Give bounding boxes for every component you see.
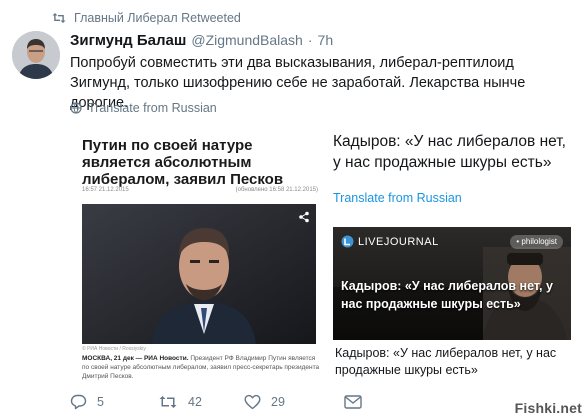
tweet-header: Зигмунд Балаш @ZigmundBalash · 7h — [70, 32, 333, 50]
translate-link[interactable]: Translate from Russian — [70, 101, 217, 115]
photo-credit: © РИА Новости / Rossiyskiy — [82, 346, 146, 352]
news-screenshot[interactable]: Путин по своей натуре является абсолютны… — [70, 128, 320, 384]
tweet-time[interactable]: 7h — [318, 32, 334, 48]
lj-caption: Кадыров: «У нас либералов нет, у нас про… — [333, 340, 571, 384]
tweet-actions: 5 42 29 — [70, 394, 362, 410]
globe-icon — [70, 102, 82, 114]
news-date: 16:57 21.12.2015 — [82, 187, 129, 193]
like-button[interactable]: 29 — [244, 394, 344, 410]
livejournal-logo: LIVEJOURNAL — [341, 235, 439, 248]
heart-icon — [244, 394, 261, 410]
author-handle[interactable]: @ZigmundBalash — [191, 32, 303, 48]
livejournal-wordmark: LIVEJOURNAL — [358, 235, 439, 248]
envelope-icon — [344, 395, 362, 409]
lj-photo: LIVEJOURNAL • philologist Кадыров: «У на… — [333, 227, 571, 340]
share-icon[interactable] — [298, 210, 310, 223]
news-meta: 16:57 21.12.2015 (обновлено 16:58 21.12.… — [82, 187, 318, 193]
direct-message-button[interactable] — [344, 395, 362, 409]
reply-count: 5 — [97, 395, 104, 409]
retweet-action-icon — [159, 396, 177, 408]
translate-link-2[interactable]: Translate from Russian — [333, 191, 462, 205]
news-photo — [82, 204, 316, 344]
retweet-button[interactable]: 42 — [158, 394, 244, 410]
news-lead: МОСКВА, 21 дек — РИА Новости. Президент … — [82, 354, 320, 381]
news-dateline: МОСКВА, 21 дек — РИА Новости. — [82, 355, 189, 362]
retweet-label[interactable]: Главный Либерал Retweeted — [74, 11, 241, 25]
author-name[interactable]: Зигмунд Балаш — [70, 32, 186, 49]
reply-button[interactable]: 5 — [70, 394, 158, 410]
lj-headline: Кадыров: «У нас либералов нет, у нас про… — [341, 279, 553, 311]
retweet-header: Главный Либерал Retweeted — [52, 10, 241, 26]
separator: · — [307, 32, 313, 48]
quoted-text: Кадыров: «У нас либералов нет, у нас про… — [333, 133, 566, 171]
news-title: Путин по своей натуре является абсолютны… — [82, 137, 284, 188]
retweet-icon — [52, 12, 66, 24]
watermark: Fishki.net — [514, 400, 582, 416]
reply-icon — [70, 394, 87, 410]
avatar[interactable] — [12, 31, 60, 79]
translate-label: Translate from Russian — [88, 101, 217, 115]
news-updated: (обновлено 16:58 21.12.2015) — [235, 187, 318, 193]
retweet-count: 42 — [188, 395, 202, 409]
author-badge[interactable]: • philologist — [510, 235, 563, 249]
livejournal-icon — [341, 235, 354, 248]
livejournal-card[interactable]: LIVEJOURNAL • philologist Кадыров: «У на… — [333, 227, 571, 384]
like-count: 29 — [271, 395, 285, 409]
